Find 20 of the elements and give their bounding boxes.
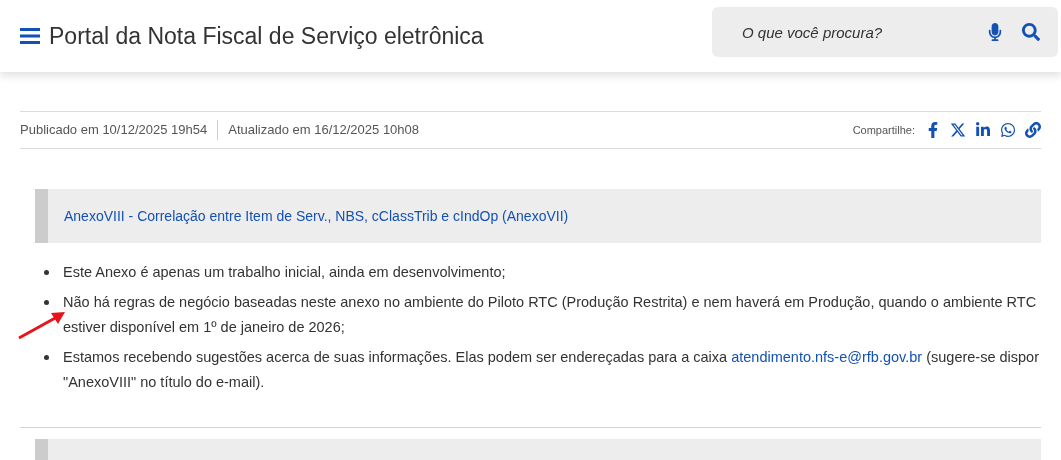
site-title[interactable]: Portal da Nota Fiscal de Serviço eletrônica xyxy=(49,18,484,54)
email-link[interactable]: atendimento.nfs-e@rfb.gov.br xyxy=(731,349,923,365)
bullet-text: Este Anexo é apenas um trabalho inicial, ainda em desenvolvimento; xyxy=(63,263,506,282)
bullet-text: Não há regras de negócio baseadas neste anexo no ambiente do Piloto RTC (Produção Restrita) e nem haverá em Produção, quando o ambiente RTC estiver disponível em 1º de janeiro de 2026; xyxy=(63,293,1038,337)
x-icon[interactable] xyxy=(950,122,966,138)
bullet-icon xyxy=(44,355,49,360)
published-date: Publicado em 10/12/2025 19h54 xyxy=(20,120,219,140)
updated-date: Atualizado em 16/12/2025 10h08 xyxy=(227,121,420,140)
linkedin-icon[interactable] xyxy=(975,122,991,138)
bullet-icon xyxy=(44,270,49,275)
bullet-text: Estamos recebendo sugestões acerca de suas informações. Elas podem ser endereçadas para a caixa atendimento.nfs-e@rfb.gov.br (sugere-se dispor "AnexoVIII" no título do e-mail). xyxy=(63,348,1040,392)
link-icon[interactable] xyxy=(1025,122,1041,138)
menu-icon[interactable] xyxy=(20,28,40,44)
microphone-icon[interactable] xyxy=(988,23,1002,41)
whatsapp-icon[interactable] xyxy=(1000,122,1016,138)
search-field[interactable]: O que você procura? xyxy=(712,7,1058,57)
attachment-link[interactable]: AnexoVIII - Correlação entre Item de Serv., NBS, cClassTrib e cIndOp (AnexoVII) xyxy=(64,205,569,227)
search-icon[interactable] xyxy=(1022,23,1040,41)
bullet-icon xyxy=(44,300,49,305)
share-label: Compartilhe: xyxy=(852,122,915,138)
